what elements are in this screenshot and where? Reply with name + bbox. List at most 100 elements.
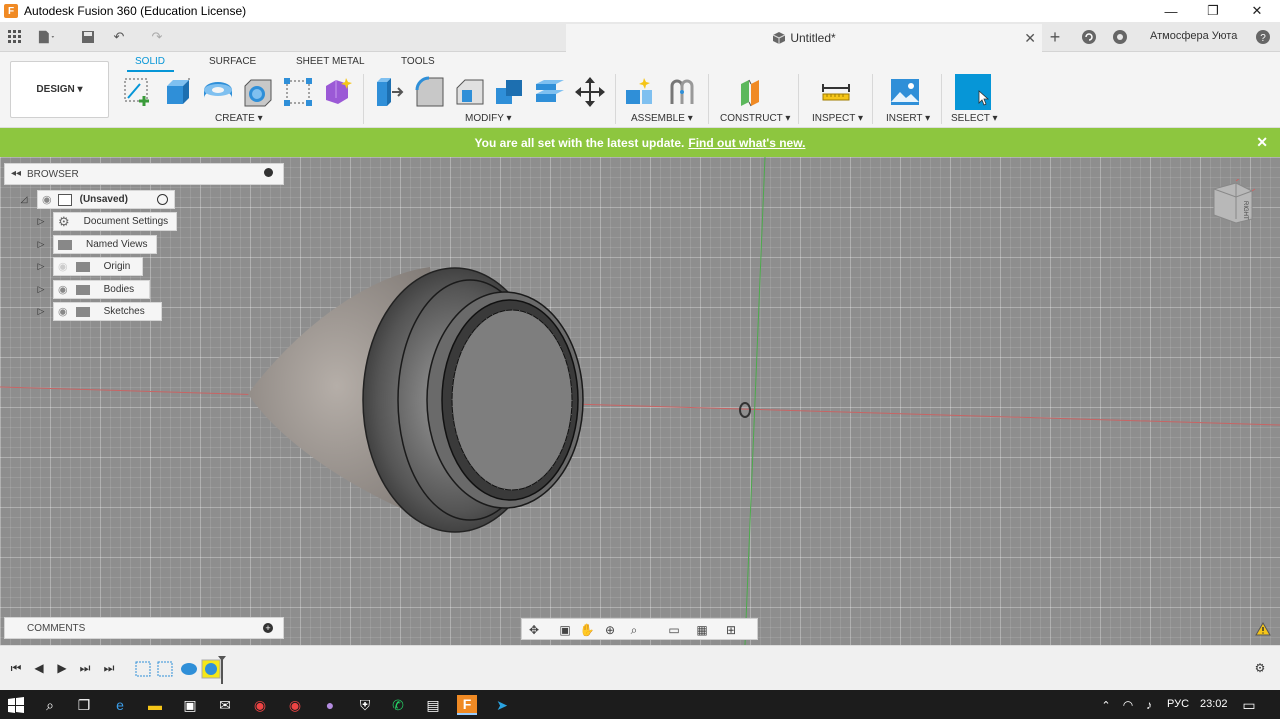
viewcube[interactable]: RIGHT — [1210, 177, 1256, 225]
zoom-icon[interactable]: ⊕ — [602, 622, 618, 638]
chamfer-icon[interactable] — [454, 76, 486, 108]
tree-item-named-views[interactable]: Named Views — [53, 235, 157, 254]
fillet-icon[interactable] — [414, 76, 446, 108]
tab-sheet-metal[interactable]: SHEET METAL — [296, 56, 365, 67]
timeline-previous-icon[interactable]: ◀ — [31, 660, 47, 676]
tree-item-sketches[interactable]: ◉ Sketches — [53, 302, 162, 321]
document-tab[interactable]: Untitled* ✕ — [566, 24, 1042, 52]
tab-tools[interactable]: TOOLS — [401, 56, 435, 67]
new-component-icon[interactable] — [624, 76, 656, 108]
construct-menu[interactable]: CONSTRUCT ▾ — [720, 113, 790, 124]
create-form-icon[interactable] — [322, 76, 354, 108]
mail-icon[interactable]: ✉ — [215, 695, 235, 715]
volume-icon[interactable]: ♪ — [1139, 695, 1159, 715]
tree-item-origin[interactable]: ◉ Origin — [53, 257, 143, 276]
file-menu-icon[interactable] — [38, 28, 56, 46]
browser-options-icon[interactable] — [264, 168, 273, 177]
browser-panel-header[interactable]: ◂◂ BROWSER — [4, 163, 284, 185]
close-tab-icon[interactable]: ✕ — [1024, 30, 1036, 47]
search-icon[interactable]: ⌕ — [40, 695, 60, 715]
minimize-button[interactable]: — — [1148, 0, 1194, 22]
pattern-icon[interactable] — [282, 76, 314, 108]
offset-plane-icon[interactable] — [737, 76, 769, 108]
whats-new-link[interactable]: Find out what's new. — [688, 136, 805, 150]
select-menu[interactable]: SELECT ▾ — [951, 113, 998, 124]
insert-menu[interactable]: INSERT ▾ — [886, 113, 930, 124]
tab-solid[interactable]: SOLID — [135, 56, 165, 67]
modify-menu[interactable]: MODIFY ▾ — [465, 113, 512, 124]
help-icon[interactable]: ? — [1254, 28, 1272, 46]
telegram-icon[interactable]: ➤ — [492, 695, 512, 715]
restore-button[interactable]: ❐ — [1190, 0, 1236, 22]
select-icon[interactable] — [955, 74, 991, 110]
visibility-eye-icon[interactable]: ◉ — [58, 305, 68, 318]
create-menu[interactable]: CREATE ▾ — [215, 113, 263, 124]
tree-item-document-settings[interactable]: ⚙ Document Settings — [53, 212, 177, 231]
warning-icon[interactable] — [1255, 622, 1271, 639]
assemble-menu[interactable]: ASSEMBLE ▾ — [631, 113, 693, 124]
add-comment-icon[interactable]: + — [263, 623, 273, 633]
file-explorer-icon[interactable]: ▬ — [145, 695, 165, 715]
joint-icon[interactable] — [666, 76, 698, 108]
timeline-start-icon[interactable]: ⏮ — [8, 660, 24, 676]
split-body-icon[interactable] — [534, 76, 566, 108]
visibility-eye-icon[interactable]: ◉ — [42, 193, 52, 206]
comments-panel[interactable]: COMMENTS + — [4, 617, 284, 639]
fusion-taskbar-icon[interactable]: F — [457, 695, 477, 715]
move-copy-icon[interactable] — [574, 76, 606, 108]
user-account-name[interactable]: Атмосфера Уюта — [1150, 30, 1237, 42]
timeline-end-icon[interactable]: ⏭ — [101, 660, 117, 676]
tree-expand-arrow[interactable]: ▷ — [36, 239, 46, 249]
timeline-play-icon[interactable]: ▶ — [54, 660, 70, 676]
close-window-button[interactable]: ✕ — [1234, 0, 1280, 22]
timeline-features[interactable] — [134, 656, 234, 686]
edge-browser-icon[interactable]: e — [110, 695, 130, 715]
notifications-icon[interactable] — [1111, 28, 1129, 46]
measure-icon[interactable] — [820, 76, 852, 108]
job-status-icon[interactable] — [1080, 28, 1098, 46]
tree-collapse-arrow[interactable]: ◿ — [19, 194, 29, 204]
tree-expand-arrow[interactable]: ▷ — [36, 216, 46, 226]
notification-center-icon[interactable]: ▭ — [1239, 695, 1259, 715]
press-pull-icon[interactable] — [374, 76, 406, 108]
store-icon[interactable]: ▣ — [180, 695, 200, 715]
tab-surface[interactable]: SURFACE — [209, 56, 256, 67]
redo-icon[interactable]: ↷ — [148, 28, 166, 46]
chrome-icon[interactable]: ◉ — [250, 695, 270, 715]
insert-image-icon[interactable] — [889, 76, 921, 108]
extrude-icon[interactable] — [162, 76, 194, 108]
orbit-icon[interactable]: ✥ — [526, 622, 542, 638]
hidden-eye-icon[interactable]: ◉ — [58, 260, 68, 273]
tree-expand-arrow[interactable]: ▷ — [36, 261, 46, 271]
combine-icon[interactable] — [494, 76, 526, 108]
viewport-canvas[interactable]: RIGHT — [0, 157, 1280, 645]
activate-icon[interactable] — [157, 194, 168, 205]
windows-start-icon[interactable] — [6, 695, 26, 715]
display-settings-icon[interactable]: ▭ — [666, 622, 682, 638]
notes-icon[interactable]: ▤ — [423, 695, 443, 715]
workspace-switcher[interactable]: DESIGN ▾ — [10, 61, 109, 118]
task-view-icon[interactable]: ❐ — [74, 695, 94, 715]
visibility-eye-icon[interactable]: ◉ — [58, 283, 68, 296]
save-icon[interactable] — [79, 28, 97, 46]
app-icon[interactable]: ● — [320, 695, 340, 715]
language-indicator[interactable]: РУС — [1167, 698, 1189, 710]
undo-icon[interactable]: ↶ — [110, 28, 128, 46]
clock[interactable]: 23:02 — [1200, 698, 1228, 710]
whatsapp-icon[interactable]: ✆ — [388, 695, 408, 715]
tree-item-bodies[interactable]: ◉ Bodies — [53, 280, 150, 299]
tree-root-unsaved[interactable]: ◉ (Unsaved) — [37, 190, 175, 209]
new-tab-icon[interactable]: + — [1046, 27, 1064, 47]
shield-icon[interactable]: ⛨ — [355, 695, 375, 715]
fit-icon[interactable]: ⌕ — [626, 622, 642, 638]
tray-expand-icon[interactable]: ⌃ — [1096, 695, 1116, 715]
wifi-icon[interactable]: ◠ — [1118, 695, 1138, 715]
pan-hand-icon[interactable]: ✋ — [579, 622, 595, 638]
collapse-browser-icon[interactable]: ◂◂ — [11, 168, 21, 179]
grid-settings-icon[interactable]: ▦ — [694, 622, 710, 638]
tree-expand-arrow[interactable]: ▷ — [36, 306, 46, 316]
viewports-icon[interactable]: ⊞ — [723, 622, 739, 638]
data-panel-grid-icon[interactable] — [6, 28, 24, 46]
timeline-settings-gear-icon[interactable]: ⚙ — [1252, 660, 1268, 676]
timeline-next-icon[interactable]: ⏭ — [77, 660, 93, 676]
